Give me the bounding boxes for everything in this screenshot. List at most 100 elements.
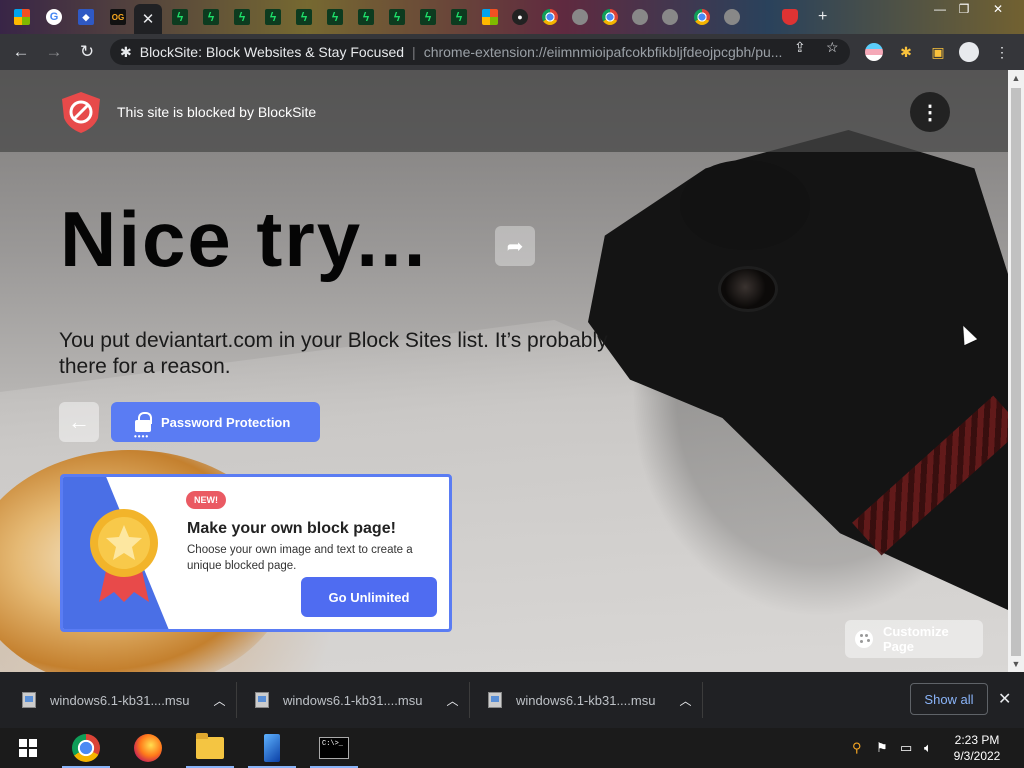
address-divider: |	[412, 44, 416, 60]
volume-icon[interactable]: 🔈︎	[924, 740, 932, 756]
tab-green-8[interactable]: ϟ	[383, 4, 411, 30]
tab-shield[interactable]	[776, 4, 804, 30]
chrome-icon	[602, 9, 618, 25]
action-center-flag-icon[interactable]: ⚑	[876, 740, 888, 756]
tab-blue-app[interactable]: ◆	[72, 4, 100, 30]
profile-flag-icon[interactable]	[864, 42, 884, 62]
back-arrow-icon[interactable]: ←	[10, 41, 32, 63]
chevron-up-icon[interactable]: ︿	[679, 692, 691, 709]
address-bar[interactable]: ✱ BlockSite: Block Websites & Stay Focus…	[110, 39, 850, 65]
tab-og[interactable]: OG	[104, 4, 132, 30]
promo-card: NEW! Make your own block page! Choose yo…	[60, 474, 452, 632]
forward-arrow-icon[interactable]: →	[43, 41, 65, 63]
page-scrollbar[interactable]: ▲ ▼	[1008, 70, 1024, 672]
taskbar-file-explorer[interactable]	[182, 728, 238, 768]
restore-icon[interactable]: ❐	[952, 0, 976, 18]
tab-active-blocksite[interactable]: ✕	[134, 4, 162, 34]
tab-green-9[interactable]: ϟ	[414, 4, 442, 30]
tab-microsoft[interactable]	[8, 4, 36, 30]
taskbar-blue-app[interactable]	[244, 728, 300, 768]
chrome-icon	[72, 734, 100, 762]
download-item[interactable]: windows6.1-kb31....msu ︿	[255, 672, 458, 728]
windows-taskbar: C:\>_ ⚲ ⚑ ▭ 🔈︎	[0, 728, 1024, 768]
image-tab-icon	[724, 9, 740, 25]
show-all-downloads-button[interactable]: Show all	[910, 683, 988, 715]
extensions-puzzle-icon[interactable]: ✱	[896, 42, 916, 62]
tab-gray-1[interactable]	[566, 4, 594, 30]
pug-head	[680, 160, 810, 250]
taskbar-chrome[interactable]	[58, 728, 114, 768]
msu-file-icon	[255, 692, 269, 708]
tab-chrome-1[interactable]	[536, 4, 564, 30]
download-filename: windows6.1-kb31....msu	[283, 692, 423, 708]
gray-tab-icon	[632, 9, 648, 25]
lock-icon: ••••	[134, 412, 152, 441]
customize-page-button[interactable]: Customize Page	[845, 620, 983, 658]
go-unlimited-button[interactable]: Go Unlimited	[301, 577, 437, 617]
browser-menu-icon[interactable]: ⋮	[992, 42, 1012, 62]
tab-green-1[interactable]: ϟ	[166, 4, 194, 30]
tab-microsoft-2[interactable]	[476, 4, 504, 30]
more-options-icon[interactable]: ⋮	[910, 92, 950, 132]
green-bolt-icon: ϟ	[265, 9, 281, 25]
divider	[702, 682, 703, 718]
tab-green-6[interactable]: ϟ	[321, 4, 349, 30]
blue-app-icon	[264, 734, 280, 762]
search-tray-icon[interactable]: ⚲	[852, 740, 862, 756]
account-avatar-icon[interactable]	[959, 42, 979, 62]
tab-gray-2[interactable]	[626, 4, 654, 30]
taskbar-cmd[interactable]: C:\>_	[306, 728, 362, 768]
green-bolt-icon: ϟ	[203, 9, 219, 25]
bookmark-star-icon[interactable]: ☆	[826, 39, 839, 56]
tab-gray-3[interactable]	[656, 4, 684, 30]
close-shelf-icon[interactable]: ✕	[998, 689, 1011, 709]
go-back-button[interactable]: ←	[59, 402, 99, 442]
blocksite-banner: This site is blocked by BlockSite ⋮	[0, 70, 1008, 152]
msu-file-icon	[488, 692, 502, 708]
tab-green-2[interactable]: ϟ	[197, 4, 225, 30]
chevron-up-icon[interactable]: ︿	[213, 692, 225, 709]
extension-puzzle-icon: ✱	[120, 43, 132, 60]
side-panel-icon[interactable]: ▣	[928, 42, 948, 62]
chevron-up-icon[interactable]: ︿	[446, 692, 458, 709]
green-bolt-icon: ϟ	[327, 9, 343, 25]
taskbar-firefox[interactable]	[120, 728, 176, 768]
password-protection-button[interactable]: •••• Password Protection	[111, 402, 320, 442]
download-shelf: windows6.1-kb31....msu ︿ windows6.1-kb31…	[0, 672, 1024, 728]
scroll-thumb[interactable]	[1011, 88, 1021, 656]
scroll-down-icon[interactable]: ▼	[1008, 656, 1024, 672]
share-icon[interactable]: ➦	[495, 226, 535, 266]
scroll-up-icon[interactable]: ▲	[1008, 70, 1024, 86]
minimize-icon[interactable]: —	[928, 0, 952, 18]
network-icon[interactable]: ▭	[900, 740, 912, 756]
start-button[interactable]	[0, 728, 56, 768]
tab-green-3[interactable]: ϟ	[228, 4, 256, 30]
download-item[interactable]: windows6.1-kb31....msu ︿	[22, 672, 225, 728]
og-icon: OG	[110, 9, 126, 25]
blocked-by-text: This site is blocked by BlockSite	[117, 104, 317, 120]
tab-chrome-3[interactable]	[688, 4, 716, 30]
system-clock[interactable]: 2:23 PM 9/3/2022	[948, 732, 1006, 764]
firefox-icon	[134, 734, 162, 762]
window-close-icon[interactable]: ✕	[986, 0, 1010, 18]
tab-green-4[interactable]: ϟ	[259, 4, 287, 30]
address-url: chrome-extension://eiimnmioipafcokbfikbl…	[423, 44, 783, 60]
page-headline: Nice try...	[60, 195, 428, 283]
tab-github[interactable]: ●	[506, 4, 534, 30]
new-tab-plus-icon[interactable]: +	[818, 8, 827, 26]
promo-description: Choose your own image and text to create…	[187, 544, 413, 572]
tab-strip: G ◆ OG ✕ ϟ ϟ ϟ ϟ ϟ ϟ ϟ ϟ ϟ ϟ ● + — ❐ ✕	[0, 0, 1024, 34]
tab-image[interactable]	[718, 4, 746, 30]
tab-google[interactable]: G	[40, 4, 68, 30]
reload-icon[interactable]: ↻	[76, 41, 98, 63]
download-item[interactable]: windows6.1-kb31....msu ︿	[488, 672, 691, 728]
tab-green-7[interactable]: ϟ	[352, 4, 380, 30]
close-icon[interactable]: ✕	[142, 10, 155, 28]
green-bolt-icon: ϟ	[451, 9, 467, 25]
tab-chrome-2[interactable]	[596, 4, 624, 30]
clock-time: 2:23 PM	[954, 733, 1000, 747]
tab-green-10[interactable]: ϟ	[445, 4, 473, 30]
share-page-icon[interactable]: ⇪	[794, 39, 806, 56]
google-icon: G	[46, 9, 62, 25]
tab-green-5[interactable]: ϟ	[290, 4, 318, 30]
